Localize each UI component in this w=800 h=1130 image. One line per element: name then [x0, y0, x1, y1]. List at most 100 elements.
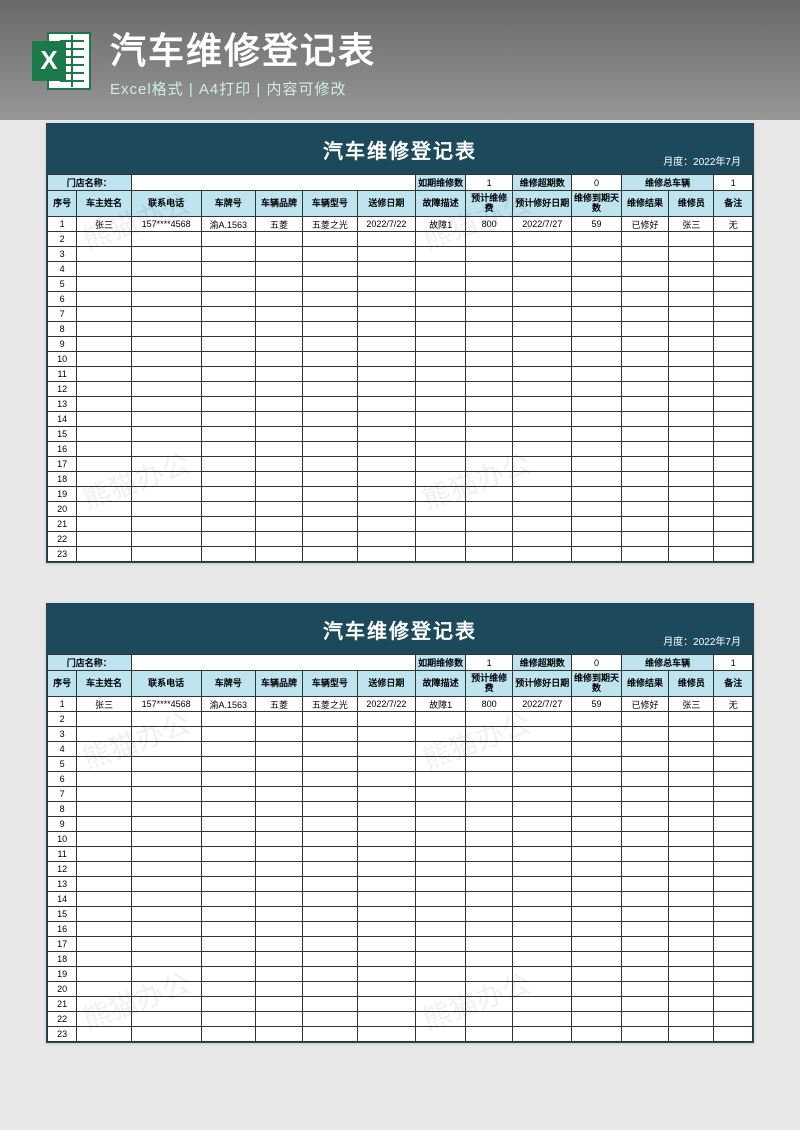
empty-cell [357, 817, 416, 832]
empty-cell [669, 877, 714, 892]
empty-cell [513, 397, 572, 412]
empty-cell [465, 892, 512, 907]
empty-cell [669, 382, 714, 397]
empty-cell [465, 472, 512, 487]
empty-cell [669, 862, 714, 877]
empty-cell [77, 727, 131, 742]
empty-cell [669, 712, 714, 727]
empty-cell [513, 382, 572, 397]
empty-cell [201, 487, 255, 502]
empty-cell [621, 472, 668, 487]
empty-cell [357, 487, 416, 502]
empty-cell [513, 427, 572, 442]
empty-cell [131, 487, 201, 502]
empty-cell [303, 247, 357, 262]
empty-cell [416, 922, 466, 937]
empty-cell [513, 1027, 572, 1042]
empty-cell [416, 832, 466, 847]
empty-cell [621, 952, 668, 967]
overdue-label: 维修超期数 [513, 175, 572, 191]
empty-cell [77, 232, 131, 247]
total-label: 维修总车辆 [621, 175, 714, 191]
empty-cell [131, 472, 201, 487]
empty-cell [357, 892, 416, 907]
column-header: 维修结果 [621, 191, 668, 217]
empty-cell [255, 517, 302, 532]
empty-cell [669, 967, 714, 982]
data-cell: 故障1 [416, 217, 466, 232]
empty-cell [513, 367, 572, 382]
empty-cell [465, 502, 512, 517]
empty-cell [669, 1027, 714, 1042]
row-number: 16 [48, 442, 77, 457]
empty-cell [572, 427, 622, 442]
empty-cell [131, 292, 201, 307]
empty-cell [669, 817, 714, 832]
empty-cell [669, 337, 714, 352]
empty-cell [357, 802, 416, 817]
empty-cell [714, 787, 753, 802]
row-number: 20 [48, 502, 77, 517]
page-title: 汽车维修登记表 [110, 22, 376, 74]
empty-cell [465, 352, 512, 367]
column-header: 送修日期 [357, 191, 416, 217]
row-number: 10 [48, 352, 77, 367]
svg-text:X: X [40, 45, 58, 75]
empty-cell [201, 982, 255, 997]
column-header: 备注 [714, 671, 753, 697]
data-cell: 800 [465, 217, 512, 232]
row-number: 23 [48, 547, 77, 562]
on-time-label: 如期维修数 [416, 175, 466, 191]
column-header: 维修员 [669, 191, 714, 217]
repair-table: 门店名称：如期维修数1维修超期数0维修总车辆1序号车主姓名联系电话车牌号车辆品牌… [47, 174, 753, 562]
empty-cell [669, 502, 714, 517]
empty-cell [255, 487, 302, 502]
column-header: 维修员 [669, 671, 714, 697]
empty-cell [131, 547, 201, 562]
empty-cell [465, 277, 512, 292]
empty-cell [572, 412, 622, 427]
empty-cell [669, 532, 714, 547]
empty-cell [255, 457, 302, 472]
empty-cell [669, 247, 714, 262]
empty-cell [572, 517, 622, 532]
empty-cell [357, 232, 416, 247]
empty-cell [77, 367, 131, 382]
empty-cell [357, 1027, 416, 1042]
empty-cell [303, 742, 357, 757]
empty-cell [621, 787, 668, 802]
empty-cell [357, 262, 416, 277]
empty-cell [303, 862, 357, 877]
empty-cell [621, 232, 668, 247]
data-cell: 五菱之光 [303, 217, 357, 232]
data-cell: 59 [572, 697, 622, 712]
empty-cell [416, 337, 466, 352]
empty-cell [416, 907, 466, 922]
row-number: 4 [48, 742, 77, 757]
empty-cell [572, 232, 622, 247]
empty-cell [714, 862, 753, 877]
empty-cell [357, 352, 416, 367]
empty-cell [77, 397, 131, 412]
empty-cell [201, 442, 255, 457]
empty-cell [77, 457, 131, 472]
empty-cell [303, 952, 357, 967]
empty-cell [303, 892, 357, 907]
empty-cell [255, 262, 302, 277]
empty-cell [416, 412, 466, 427]
empty-cell [131, 862, 201, 877]
data-cell: 2022/7/22 [357, 697, 416, 712]
empty-cell [416, 862, 466, 877]
empty-cell [621, 427, 668, 442]
column-header: 车辆型号 [303, 191, 357, 217]
empty-cell [201, 427, 255, 442]
empty-cell [669, 412, 714, 427]
empty-cell [77, 937, 131, 952]
empty-cell [669, 427, 714, 442]
empty-cell [572, 487, 622, 502]
empty-cell [77, 817, 131, 832]
empty-cell [77, 877, 131, 892]
empty-cell [357, 277, 416, 292]
empty-cell [714, 472, 753, 487]
data-cell: 157****4568 [131, 217, 201, 232]
